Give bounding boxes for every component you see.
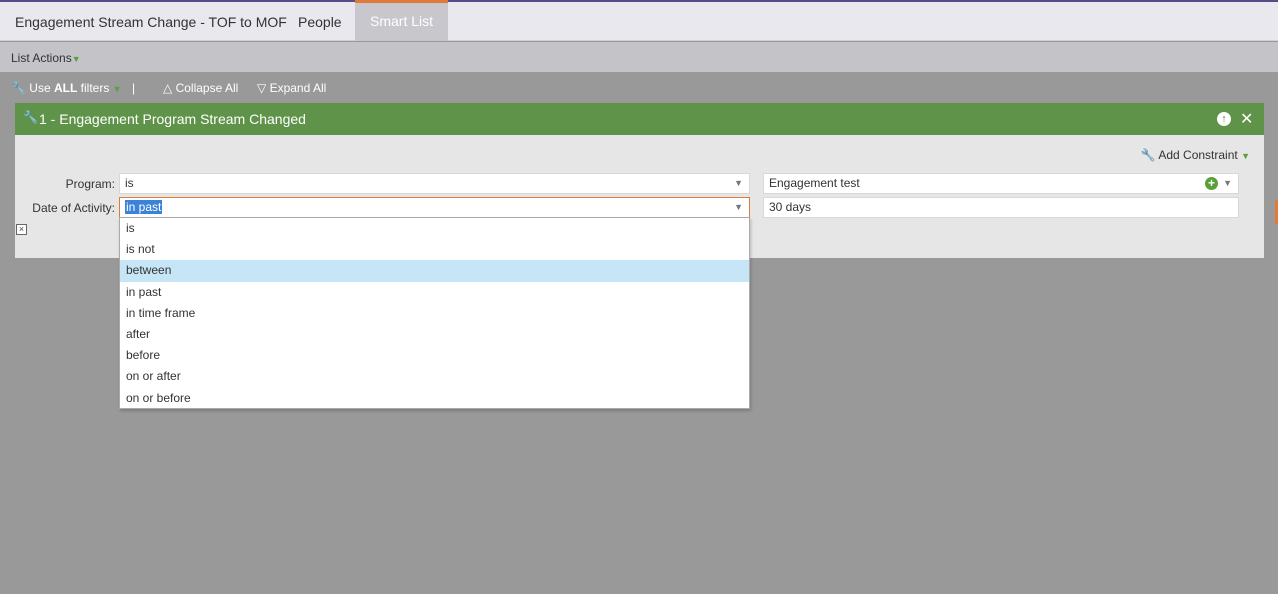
chevron-down-icon: ▼: [734, 202, 743, 212]
filter-toolbar: 🔧 Use ALL filters ▼ | △ Collapse All ▽ E…: [0, 72, 1278, 102]
dropdown-option[interactable]: on or after: [120, 366, 749, 387]
use-filters-suffix: filters: [77, 81, 110, 95]
dropdown-option[interactable]: on or before: [120, 388, 749, 409]
dropdown-option[interactable]: after: [120, 324, 749, 345]
filter-header[interactable]: 🔧 1 - Engagement Program Stream Changed …: [15, 103, 1264, 135]
add-icon[interactable]: +: [1205, 177, 1218, 190]
chevron-down-icon: ▼: [1241, 151, 1250, 161]
expand-all-label: Expand All: [269, 81, 327, 95]
add-constraint-label: Add Constraint: [1158, 148, 1238, 162]
program-operator-select[interactable]: is ▼: [119, 173, 750, 194]
collapse-all-label: Collapse All: [175, 81, 239, 95]
dropdown-option[interactable]: before: [120, 345, 749, 366]
program-value-text: Engagement test: [769, 176, 860, 190]
remove-constraint-icon[interactable]: ×: [16, 224, 27, 235]
use-all-filters-menu[interactable]: 🔧 Use ALL filters ▼: [11, 81, 122, 95]
wrench-icon: 🔧: [23, 110, 38, 124]
date-operator-combobox[interactable]: in past ▼: [119, 197, 750, 218]
dropdown-option[interactable]: is not: [120, 239, 749, 260]
program-operator-value: is: [125, 176, 134, 190]
use-filters-prefix: Use: [29, 81, 54, 95]
wrench-icon: 🔧: [1140, 148, 1156, 162]
dropdown-option-highlighted[interactable]: between: [120, 260, 749, 282]
dropdown-option[interactable]: in time frame: [120, 303, 749, 324]
chevron-down-icon: ▼: [734, 178, 743, 188]
collapse-all-button[interactable]: △ Collapse All: [163, 81, 238, 95]
date-of-activity-label: Date of Activity:: [32, 201, 115, 215]
chevron-down-icon: ▼: [1223, 178, 1232, 188]
chevron-down-icon: ▼: [112, 84, 122, 94]
tab-bar: Engagement Stream Change - TOF to MOF Pe…: [0, 0, 1278, 41]
move-up-icon[interactable]: ↑: [1217, 112, 1231, 126]
program-label: Program:: [65, 177, 115, 191]
close-icon[interactable]: ✕: [1240, 109, 1253, 129]
collapse-icon: △: [163, 81, 173, 95]
date-value-input[interactable]: 30 days: [763, 197, 1239, 218]
filter-title: 1 - Engagement Program Stream Changed: [39, 111, 306, 127]
expand-all-button[interactable]: ▽ Expand All: [257, 81, 326, 95]
expand-icon: ▽: [257, 81, 267, 95]
use-filters-strong: ALL: [53, 81, 78, 95]
date-value-text: 30 days: [769, 200, 812, 214]
wrench-icon: 🔧: [11, 81, 26, 95]
dropdown-option[interactable]: in past: [120, 282, 749, 303]
toolbar-separator: |: [132, 81, 136, 95]
chevron-down-icon: ▼: [71, 54, 81, 64]
tab-smart-list[interactable]: Smart List: [355, 0, 449, 41]
actions-bar: List Actions▼: [0, 42, 1278, 72]
list-actions-menu[interactable]: List Actions▼: [11, 51, 81, 65]
list-actions-label: List Actions: [11, 51, 72, 65]
dropdown-option[interactable]: is: [120, 218, 749, 239]
program-value-select[interactable]: Engagement test + ▼: [763, 173, 1239, 194]
add-constraint-button[interactable]: 🔧 Add Constraint ▼: [1141, 148, 1250, 162]
tab-people[interactable]: People: [283, 2, 357, 41]
date-operator-value: in past: [125, 200, 163, 214]
tab-engagement-stream[interactable]: Engagement Stream Change - TOF to MOF: [0, 2, 302, 41]
operator-dropdown-list: is is not between in past in time frame …: [119, 217, 750, 409]
